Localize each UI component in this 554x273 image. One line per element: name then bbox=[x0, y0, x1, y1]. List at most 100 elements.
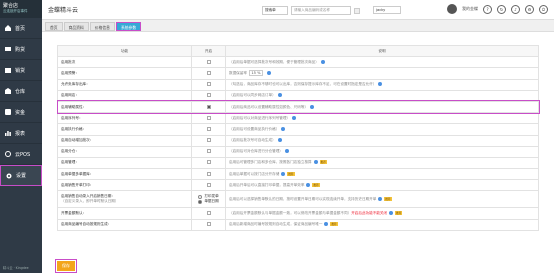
info-icon[interactable] bbox=[277, 93, 282, 98]
user-name[interactable]: 我的金蝶 bbox=[462, 6, 478, 12]
info-icon[interactable] bbox=[266, 71, 271, 76]
enable-checkbox[interactable] bbox=[206, 182, 211, 187]
enable-checkbox[interactable] bbox=[206, 138, 211, 143]
feature-label: 允许负库存出库： bbox=[61, 82, 90, 87]
avatar[interactable] bbox=[447, 4, 457, 14]
table-row: 启用自动增加批次： （启用后批次号可自动生成） bbox=[57, 134, 539, 147]
enable-checkbox[interactable] bbox=[206, 70, 211, 75]
info-icon[interactable] bbox=[281, 126, 286, 131]
info-icon[interactable] bbox=[378, 196, 383, 201]
bell-icon[interactable]: ♪ bbox=[511, 4, 520, 14]
description: （启用后可以同步网店订单） bbox=[225, 89, 539, 102]
save-button[interactable]: 保存 bbox=[57, 261, 75, 271]
logo: 聚合店 云连锁开店事件 bbox=[0, 0, 42, 18]
tab-system-params[interactable]: 系统参数 bbox=[115, 22, 142, 31]
sidebar-item-label: 云POS bbox=[15, 151, 31, 158]
bag-icon bbox=[5, 67, 11, 73]
enable-checkbox[interactable] bbox=[206, 104, 211, 109]
radio-button[interactable] bbox=[198, 199, 203, 204]
sidebar-item-pos[interactable]: 云POS bbox=[0, 144, 42, 165]
table-row: 启用销售自动录入开启销售日期： （自定义录入，即开单时默认日期） 打印发单 单据日期启… bbox=[57, 190, 539, 209]
description: （勾选后，商品库存不够时也可以出库，否则保存提示库存不足，可在设置时指定是否允许… bbox=[225, 78, 539, 91]
info-icon[interactable] bbox=[378, 82, 383, 87]
description-text: 启用后新增商品时编号按规则自动生成，保证商品编号唯一 bbox=[229, 222, 323, 227]
sidebar-item-funds[interactable]: 资金 bbox=[0, 102, 42, 123]
enable-checkbox[interactable] bbox=[206, 160, 211, 165]
info-icon[interactable] bbox=[284, 149, 289, 154]
description-text: 启用后可管理多门店和多仓库，按照各门店独立核算 bbox=[229, 160, 312, 165]
feature-label: 启用批次 bbox=[61, 59, 76, 64]
description-text: 启用后可以选择销售单默认的日期，按时设置开单日期可以实现连续开单，支持历史日期开… bbox=[229, 196, 377, 201]
search-input[interactable]: 请输入商品编码或名称 bbox=[291, 6, 351, 15]
description: （启用后开票金额默认与单据金额一致，可以修改开票金额与单据金额不同）开启后此功能… bbox=[225, 207, 539, 220]
enable-checkbox[interactable] bbox=[206, 171, 211, 176]
enable-cell bbox=[191, 56, 226, 69]
info-icon[interactable] bbox=[313, 160, 318, 165]
feature-name: 启用预警： bbox=[57, 67, 192, 80]
info-icon[interactable] bbox=[324, 222, 329, 227]
info-icon[interactable] bbox=[281, 171, 286, 176]
radio-button[interactable] bbox=[198, 194, 203, 199]
info-icon[interactable] bbox=[320, 59, 325, 64]
tab-home[interactable]: 首页 bbox=[45, 22, 63, 31]
sidebar-item-label: 首页 bbox=[15, 25, 26, 32]
enable-cell bbox=[191, 123, 226, 136]
sidebar-item-settings[interactable]: 设置 bbox=[0, 165, 42, 186]
enable-cell bbox=[191, 112, 226, 125]
table-row: 启用预警： 数据保留率 15 % bbox=[57, 67, 539, 80]
sidebar-item-sales[interactable]: 销货 bbox=[0, 60, 42, 81]
enable-checkbox[interactable] bbox=[206, 59, 211, 64]
enable-cell bbox=[191, 100, 226, 114]
sidebar-item-label: 报表 bbox=[15, 130, 26, 137]
info-icon[interactable] bbox=[277, 138, 282, 143]
search-type-select[interactable]: 搜索单 bbox=[262, 6, 288, 15]
enable-checkbox[interactable] bbox=[206, 93, 211, 98]
description: （启用后可对仓库进行分仓管理） bbox=[225, 145, 539, 158]
info-icon[interactable] bbox=[310, 104, 315, 109]
table-row: 允许负库存出库： （勾选后，商品库存不够时也可以出库，否则保存提示库存不足，可在设… bbox=[57, 78, 539, 91]
feature-label: 启用辅助属性： bbox=[61, 104, 87, 109]
enable-checkbox[interactable] bbox=[206, 211, 211, 216]
refresh-icon[interactable]: ↻ bbox=[497, 4, 506, 14]
feature-name: 启用网店： bbox=[57, 89, 192, 102]
sidebar-item-warehouse[interactable]: 仓库 bbox=[0, 81, 42, 102]
search-icon[interactable] bbox=[354, 7, 360, 14]
feature-label: 启用序列号： bbox=[61, 115, 83, 120]
header-desc: 说明 bbox=[225, 44, 539, 58]
radio-option[interactable]: 单据日期 bbox=[195, 199, 222, 204]
enable-checkbox[interactable] bbox=[206, 126, 211, 131]
help-icon[interactable]: ? bbox=[483, 4, 492, 14]
enable-checkbox[interactable] bbox=[206, 222, 211, 227]
enable-checkbox[interactable] bbox=[206, 115, 211, 120]
tab-price-info[interactable]: 价格信息 bbox=[89, 22, 115, 31]
feature-label: 启用管理： bbox=[61, 160, 79, 165]
table-row: 启用销售开单打印： 启用后开单后可以直接打印单据，提高开单效率 推荐 bbox=[57, 179, 539, 192]
sidebar-item-home[interactable]: 首页 bbox=[0, 18, 42, 39]
cart-icon bbox=[5, 46, 11, 52]
description-text: （启用后可以同步网店订单） bbox=[229, 93, 276, 98]
sidebar-item-purchase[interactable]: 购货 bbox=[0, 39, 42, 60]
feature-name: 开票金额默认： bbox=[57, 207, 192, 220]
enable-cell bbox=[191, 134, 226, 147]
description: 启用后新增商品时编号按规则自动生成，保证商品编号唯一 推荐 bbox=[225, 218, 539, 231]
account-select[interactable]: jacky bbox=[373, 6, 401, 14]
feature-label: 启用分仓： bbox=[61, 149, 79, 154]
gear-icon[interactable]: ⚙ bbox=[525, 4, 534, 14]
logo-subtitle: 云连锁开店事件 bbox=[3, 9, 28, 13]
enable-checkbox[interactable] bbox=[206, 82, 211, 87]
enable-checkbox[interactable] bbox=[206, 149, 211, 154]
feature-name: 启用销售自动录入开启销售日期： （自定义录入，即开单时默认日期） bbox=[57, 190, 192, 209]
power-icon[interactable]: ⏻ bbox=[539, 4, 548, 14]
info-icon[interactable] bbox=[292, 115, 297, 120]
info-icon[interactable] bbox=[389, 211, 394, 216]
description-text: （勾选后，商品库存不够时也可以出库，否则保存提示库存不足，可在设置时指定是否允许… bbox=[229, 82, 377, 87]
tab-product-info[interactable]: 商品资料 bbox=[63, 22, 89, 31]
info-icon[interactable] bbox=[306, 182, 311, 187]
percent-input[interactable]: 15 % bbox=[248, 70, 263, 77]
table-row: 启用网店： （启用后可以同步网店订单） bbox=[57, 89, 539, 102]
feature-label: 启用商品编号自动按规则生成： bbox=[61, 222, 112, 227]
table-row: 启用序列号： （启用后可以对商品进行序列号管理） bbox=[57, 112, 539, 125]
sidebar-item-reports[interactable]: 报表 bbox=[0, 123, 42, 144]
feature-label: 启用网店： bbox=[61, 93, 79, 98]
table-row: 启用分仓： （启用后可对仓库进行分仓管理） bbox=[57, 145, 539, 158]
